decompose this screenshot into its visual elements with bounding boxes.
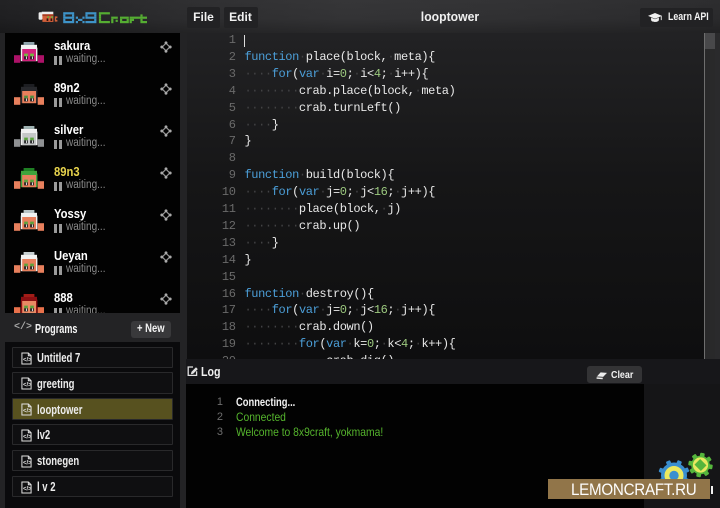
svg-text:</>: </>: [23, 383, 32, 389]
svg-text:</>: </>: [23, 460, 32, 466]
svg-text:</>: </>: [23, 486, 32, 492]
svg-text:</>: </>: [23, 357, 32, 363]
svg-text:</>: </>: [23, 435, 32, 441]
svg-text:</>: </>: [23, 409, 32, 415]
